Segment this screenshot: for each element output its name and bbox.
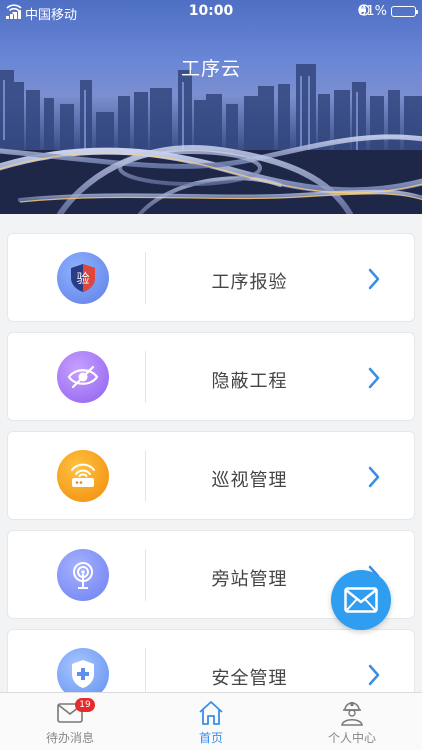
menu-item-patrol-management[interactable]: 巡视管理 [7,431,415,520]
menu-item-hidden-works[interactable]: 隐蔽工程 [7,332,415,421]
city-skyline-image [0,64,422,214]
menu-item-label: 工序报验 [211,272,288,293]
home-icon [199,701,223,725]
page-title: 工序云 [180,58,241,80]
battery-icon [391,6,418,17]
header-banner: 中国移动 10:00 81% 工序云 [0,0,422,214]
menu-item-label: 隐蔽工程 [211,371,288,392]
menu-item-label: 旁站管理 [211,569,288,590]
tab-home[interactable]: 首页 [141,693,281,750]
chevron-right-icon [368,466,380,488]
tab-label: 个人中心 [327,731,376,745]
menu-item-label: 巡视管理 [211,470,288,491]
envelope-icon [344,587,378,613]
tab-label: 待办消息 [45,731,94,745]
status-bar: 中国移动 10:00 81% [0,0,422,24]
menu-item-process-inspection[interactable]: 验 工序报验 [7,233,415,322]
unread-badge: 19 [75,698,95,712]
chevron-right-icon [368,664,380,686]
inspection-shield-icon: 验 [57,252,109,304]
tab-label: 首页 [198,731,223,745]
hidden-eye-icon [57,351,109,403]
router-signal-icon [57,450,109,502]
svg-text:验: 验 [76,271,89,287]
chevron-right-icon [368,268,380,290]
tab-profile[interactable]: 个人中心 [282,693,422,750]
menu-item-label: 安全管理 [211,668,288,689]
tab-bar: 19 待办消息 首页 个人中心 [0,692,422,750]
worker-icon [341,702,363,726]
chevron-right-icon [368,367,380,389]
antenna-icon [57,549,109,601]
charging-icon [358,4,365,15]
floating-mail-button[interactable] [331,570,391,630]
tab-todo-messages[interactable]: 19 待办消息 [0,693,140,750]
